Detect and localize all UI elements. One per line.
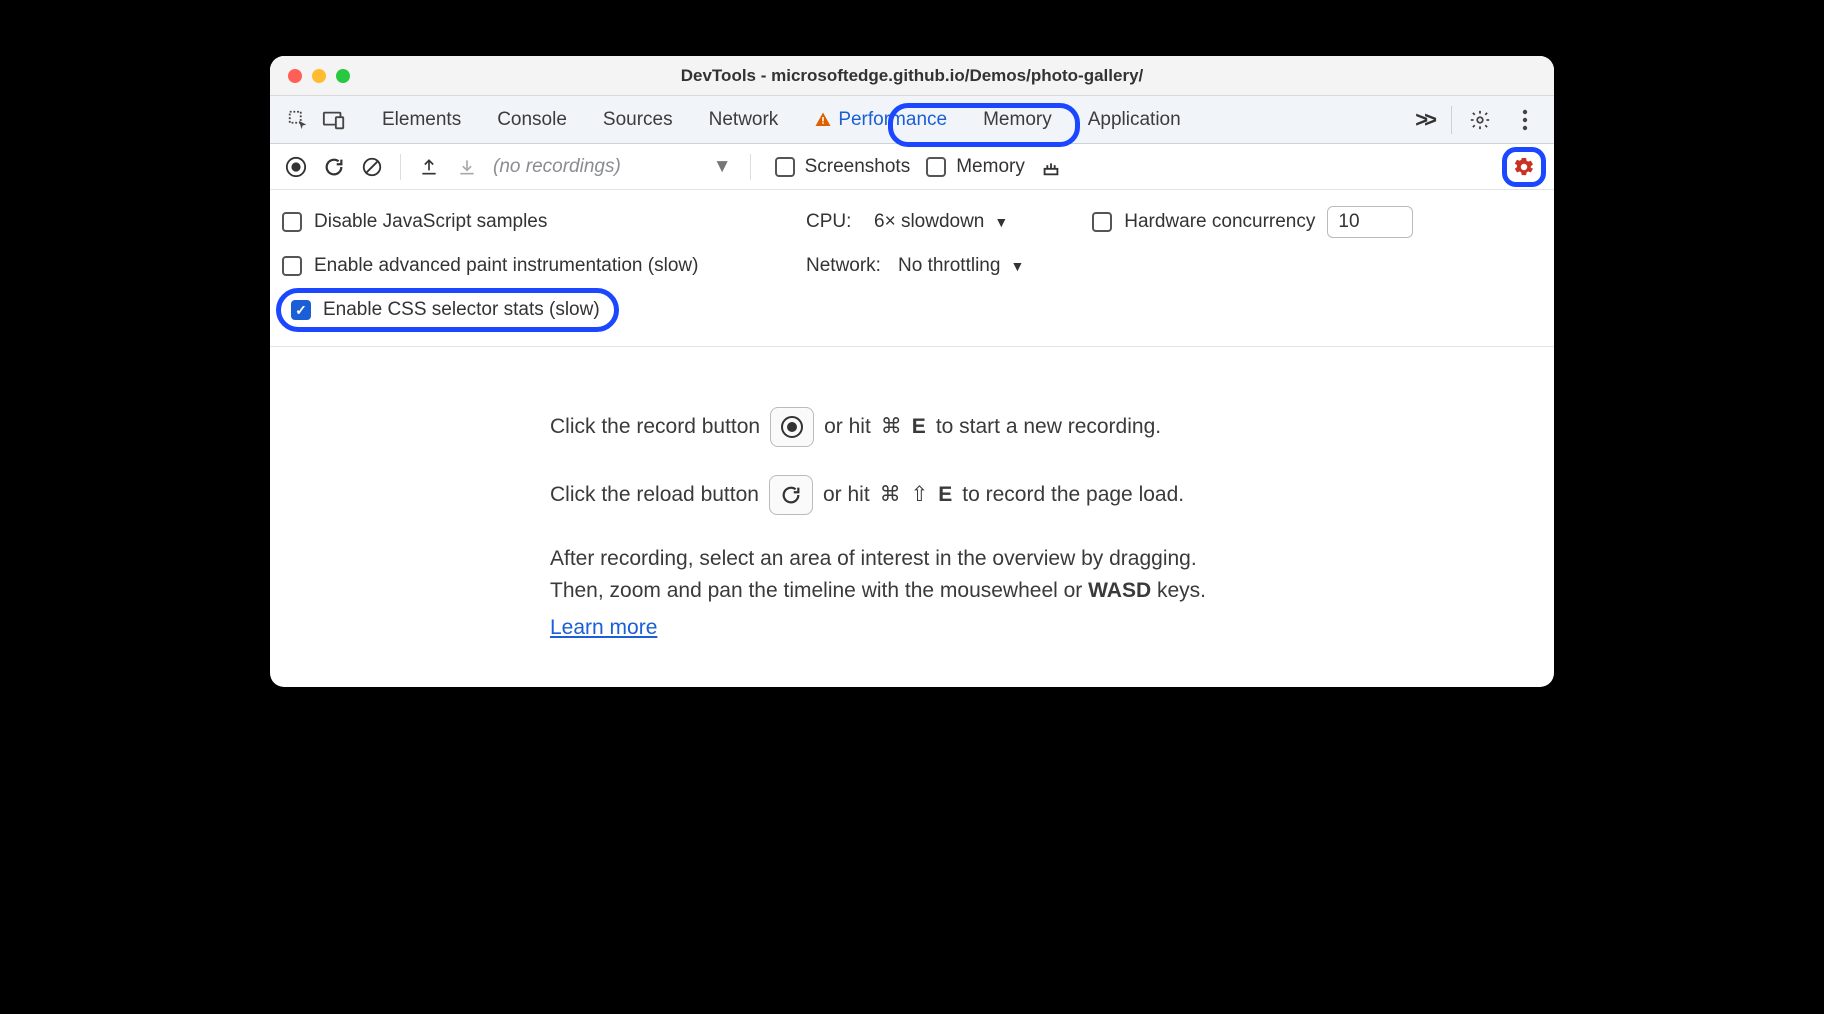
garbage-collect-icon[interactable] — [1033, 149, 1069, 185]
help-block: Click the record button or hit ⌘ E to st… — [550, 407, 1330, 644]
capture-settings-panel: Disable JavaScript samples CPU: 6× slowd… — [270, 190, 1554, 347]
help-text: Click the reload button — [550, 479, 759, 511]
e-key: E — [938, 479, 952, 511]
css-stats-label: Enable CSS selector stats (slow) — [323, 299, 600, 321]
cpu-throttle-group: CPU: 6× slowdown ▼ — [806, 211, 1008, 233]
chevron-down-icon: ▼ — [994, 214, 1008, 230]
paint-instr-toggle[interactable]: Enable advanced paint instrumentation (s… — [282, 255, 782, 277]
toolbar-right — [1502, 147, 1546, 187]
tabs: Elements Console Sources Network Perform… — [368, 103, 1195, 137]
disable-js-checkbox[interactable] — [282, 212, 302, 232]
hw-concurrency-checkbox[interactable] — [1092, 212, 1112, 232]
tab-memory[interactable]: Memory — [969, 103, 1066, 137]
memory-checkbox[interactable] — [926, 157, 946, 177]
help-text: After recording, select an area of inter… — [550, 543, 1330, 575]
reload-button[interactable] — [316, 149, 352, 185]
help-text: keys. — [1151, 579, 1206, 602]
help-text: Click the record button — [550, 411, 760, 443]
more-tabs-icon[interactable]: >> — [1407, 107, 1441, 133]
close-window-button[interactable] — [288, 69, 302, 83]
paint-instr-checkbox[interactable] — [282, 256, 302, 276]
cpu-throttle-dropdown[interactable]: 6× slowdown ▼ — [874, 211, 1008, 233]
separator — [750, 154, 751, 180]
warning-icon — [814, 111, 832, 129]
disable-js-toggle[interactable]: Disable JavaScript samples — [282, 211, 782, 233]
help-line-record: Click the record button or hit ⌘ E to st… — [550, 407, 1330, 447]
reload-button-chip — [769, 475, 813, 515]
tab-network[interactable]: Network — [695, 103, 793, 137]
minimize-window-button[interactable] — [312, 69, 326, 83]
network-label: Network: — [806, 255, 886, 277]
tab-performance[interactable]: Performance — [800, 103, 961, 137]
download-icon[interactable] — [449, 149, 485, 185]
capture-settings-icon[interactable] — [1513, 156, 1535, 178]
learn-more-link[interactable]: Learn more — [550, 612, 657, 644]
screenshots-toggle[interactable]: Screenshots — [775, 156, 911, 178]
chevron-down-icon: ▼ — [713, 156, 732, 178]
traffic-lights — [270, 69, 350, 83]
inspect-element-icon[interactable] — [280, 102, 316, 138]
cpu-throttle-value: 6× slowdown — [874, 211, 984, 233]
tabs-row: Elements Console Sources Network Perform… — [270, 96, 1554, 144]
clear-button[interactable] — [354, 149, 390, 185]
record-button-chip — [770, 407, 814, 447]
memory-toggle[interactable]: Memory — [926, 156, 1025, 178]
recordings-dropdown[interactable]: (no recordings) ▼ — [493, 156, 740, 178]
performance-toolbar: (no recordings) ▼ Screenshots Memory — [270, 144, 1554, 190]
separator — [400, 154, 401, 180]
wasd-keys: WASD — [1088, 579, 1151, 602]
css-stats-checkbox[interactable] — [291, 300, 311, 320]
memory-label: Memory — [956, 156, 1025, 178]
hw-concurrency-label: Hardware concurrency — [1124, 211, 1315, 233]
hw-concurrency-input[interactable] — [1327, 206, 1413, 238]
help-line-reload: Click the reload button or hit ⌘ ⇧ E to … — [550, 475, 1330, 515]
help-text: or hit — [824, 411, 871, 443]
tab-console[interactable]: Console — [483, 103, 581, 137]
hw-concurrency-group: Hardware concurrency — [1092, 206, 1413, 238]
e-key: E — [912, 411, 926, 443]
devtools-window: DevTools - microsoftedge.github.io/Demos… — [270, 56, 1554, 687]
cmd-key-icon: ⌘ — [881, 411, 902, 443]
separator — [1451, 106, 1452, 134]
performance-empty-state: Click the record button or hit ⌘ E to st… — [270, 347, 1554, 687]
help-text: or hit — [823, 479, 870, 511]
help-paragraph: After recording, select an area of inter… — [550, 543, 1330, 644]
disable-js-label: Disable JavaScript samples — [314, 211, 547, 233]
window-title: DevTools - microsoftedge.github.io/Demos… — [270, 66, 1554, 86]
network-throttle-group: Network: No throttling ▼ — [806, 255, 1024, 277]
maximize-window-button[interactable] — [336, 69, 350, 83]
chevron-down-icon: ▼ — [1010, 258, 1024, 274]
css-stats-highlight: Enable CSS selector stats (slow) — [276, 288, 619, 332]
capture-settings-highlight — [1502, 147, 1546, 187]
titlebar: DevTools - microsoftedge.github.io/Demos… — [270, 56, 1554, 96]
screenshots-label: Screenshots — [805, 156, 911, 178]
network-throttle-value: No throttling — [898, 255, 1000, 277]
help-text: to start a new recording. — [936, 411, 1161, 443]
recordings-placeholder: (no recordings) — [493, 156, 621, 178]
settings-icon[interactable] — [1462, 102, 1498, 138]
network-throttle-dropdown[interactable]: No throttling ▼ — [898, 255, 1024, 277]
tabs-right: >> — [1407, 102, 1544, 138]
tab-application[interactable]: Application — [1074, 103, 1195, 137]
cpu-label: CPU: — [806, 211, 862, 233]
screenshots-checkbox[interactable] — [775, 157, 795, 177]
shift-key-icon: ⇧ — [911, 479, 929, 511]
record-button[interactable] — [278, 149, 314, 185]
help-text: to record the page load. — [962, 479, 1184, 511]
paint-instr-label: Enable advanced paint instrumentation (s… — [314, 255, 698, 277]
device-toolbar-icon[interactable] — [316, 102, 352, 138]
kebab-menu-icon[interactable] — [1508, 102, 1544, 138]
tab-performance-label: Performance — [838, 109, 947, 131]
tab-sources[interactable]: Sources — [589, 103, 687, 137]
cmd-key-icon: ⌘ — [880, 479, 901, 511]
help-text: Then, zoom and pan the timeline with the… — [550, 579, 1088, 602]
upload-icon[interactable] — [411, 149, 447, 185]
tab-elements[interactable]: Elements — [368, 103, 475, 137]
